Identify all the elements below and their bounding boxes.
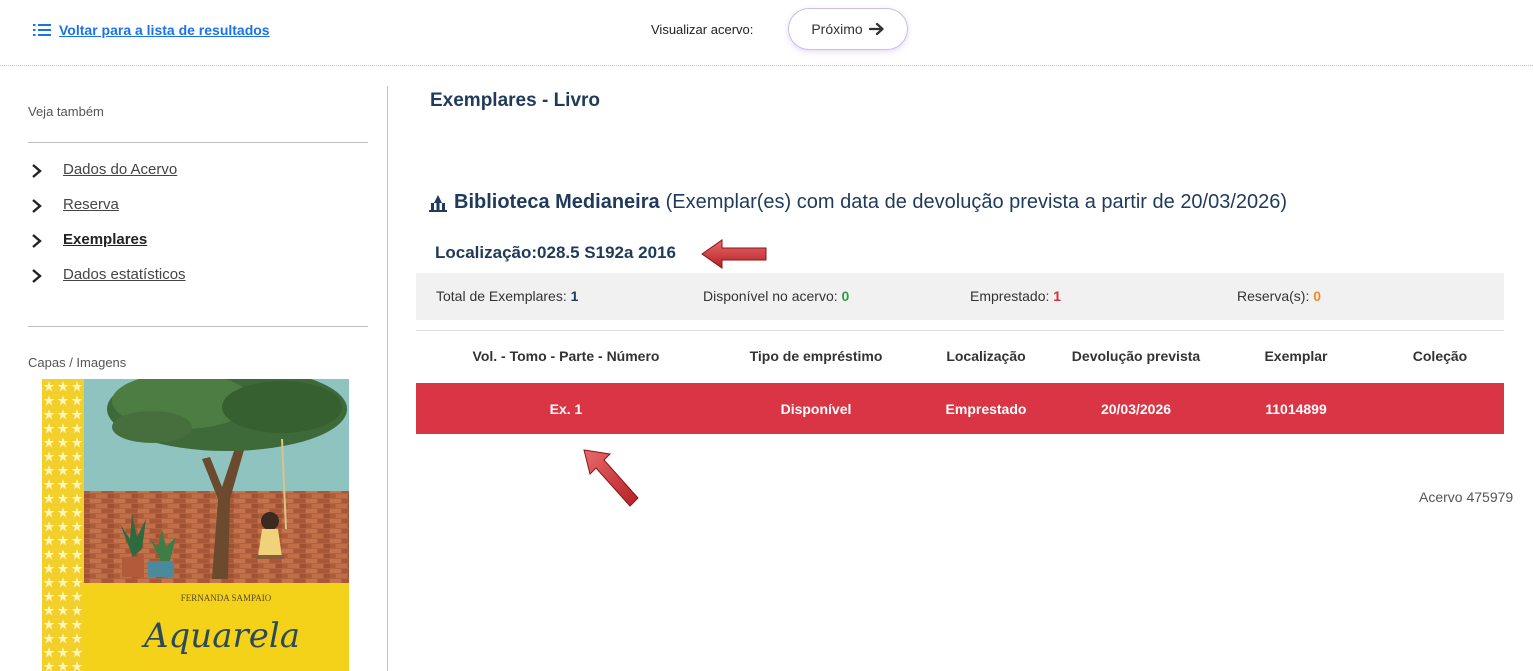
column-header: Exemplar [1264,348,1328,364]
library-name: Biblioteca Medianeira [454,191,660,213]
available-copies-value: 0 [841,288,850,304]
library-note: (Exemplar(es) com data de devolução prev… [665,191,1288,213]
arrow-up-annotation-icon [583,449,639,507]
sidebar-item-dados-do-acervo[interactable]: Dados do Acervo [28,161,186,196]
loaned-copies: Emprestado: 1 [970,288,1061,304]
page-title: Exemplares - Livro [430,90,601,111]
reserve-count-label: Reserva(s): [1237,288,1310,304]
total-copies-label: Total de Exemplares: [436,288,567,304]
column-header: Localização [946,348,1026,364]
next-button[interactable]: Próximo [788,8,908,50]
top-bar: Voltar para a lista de resultados Visual… [0,0,1533,66]
cover-title-text: Aquarela [141,616,300,656]
sidebar-vertical-divider [387,86,388,671]
total-copies: Total de Exemplares: 1 [436,288,578,304]
next-button-label: Próximo [811,21,863,37]
total-copies-value: 1 [570,288,579,304]
sidebar-item-label[interactable]: Exemplares [63,231,147,248]
table-cell: Emprestado [945,400,1027,417]
table-cell: 20/03/2026 [1100,400,1172,417]
loaned-copies-label: Emprestado: [970,288,1050,304]
copies-summary-bar: Total de Exemplares: 1 Disponível no ace… [416,273,1504,320]
chevron-right-icon [32,269,42,283]
sidebar-item-label[interactable]: Reserva [63,196,119,213]
call-number: Localização:028.5 S192a 2016 [435,243,676,262]
arrow-right-icon [868,22,884,36]
table-cell: 11014899 [1265,400,1327,417]
chevron-right-icon [32,234,42,248]
sidebar-divider [28,142,368,143]
library-heading: Biblioteca Medianeira (Exemplar(es) com … [428,191,1287,214]
list-icon [33,24,51,36]
chevron-right-icon [32,199,42,213]
sidebar-item-dados-estatisticos[interactable]: Dados estatísticos [28,266,186,301]
sidebar-divider [28,326,368,327]
table-cell [1376,383,1504,434]
column-header: Tipo de empréstimo [749,348,883,364]
table-header: Vol. - Tomo - Parte - Número Tipo de emp… [416,331,1504,381]
table-cell: Disponível [780,400,852,417]
reserve-count: Reserva(s): 0 [1237,288,1321,304]
back-to-results-link[interactable]: Voltar para a lista de resultados [33,22,270,38]
book-cover-image[interactable]: FERNANDA SAMPAIO Aquarela [42,379,349,671]
available-copies: Disponível no acervo: 0 [703,288,849,304]
reserve-count-value: 0 [1313,288,1322,304]
cover-author-text: FERNANDA SAMPAIO [181,593,272,603]
sidebar-item-exemplares[interactable]: Exemplares [28,231,186,266]
arrow-left-annotation-icon [701,239,767,269]
view-collection-label: Visualizar acervo: [651,22,754,37]
covers-heading: Capas / Imagens [28,355,127,370]
column-header: Devolução prevista [1071,348,1201,364]
chevron-right-icon [32,164,42,178]
table-cell: Ex. 1 [549,400,583,417]
sidebar-nav: Dados do Acervo Reserva Exemplares Dados… [28,161,186,301]
sidebar-item-label[interactable]: Dados do Acervo [63,161,177,178]
loaned-copies-value: 1 [1053,288,1062,304]
collection-id: Acervo 475979 [1419,489,1514,505]
see-also-heading: Veja também [28,104,104,119]
sidebar-item-reserva[interactable]: Reserva [28,196,186,231]
sidebar: Veja também Dados do Acervo Reserva Exem… [28,66,368,671]
column-header: Vol. - Tomo - Parte - Número [472,348,660,364]
column-header: Coleção [1412,348,1468,364]
book-cover-illustration: FERNANDA SAMPAIO Aquarela [42,379,349,671]
library-icon [429,194,447,212]
back-link-label[interactable]: Voltar para a lista de resultados [59,22,270,38]
available-copies-label: Disponível no acervo: [703,288,838,304]
sidebar-item-label[interactable]: Dados estatísticos [63,266,186,283]
table-row[interactable]: Ex. 1 Disponível Emprestado 20/03/2026 1… [416,383,1504,434]
